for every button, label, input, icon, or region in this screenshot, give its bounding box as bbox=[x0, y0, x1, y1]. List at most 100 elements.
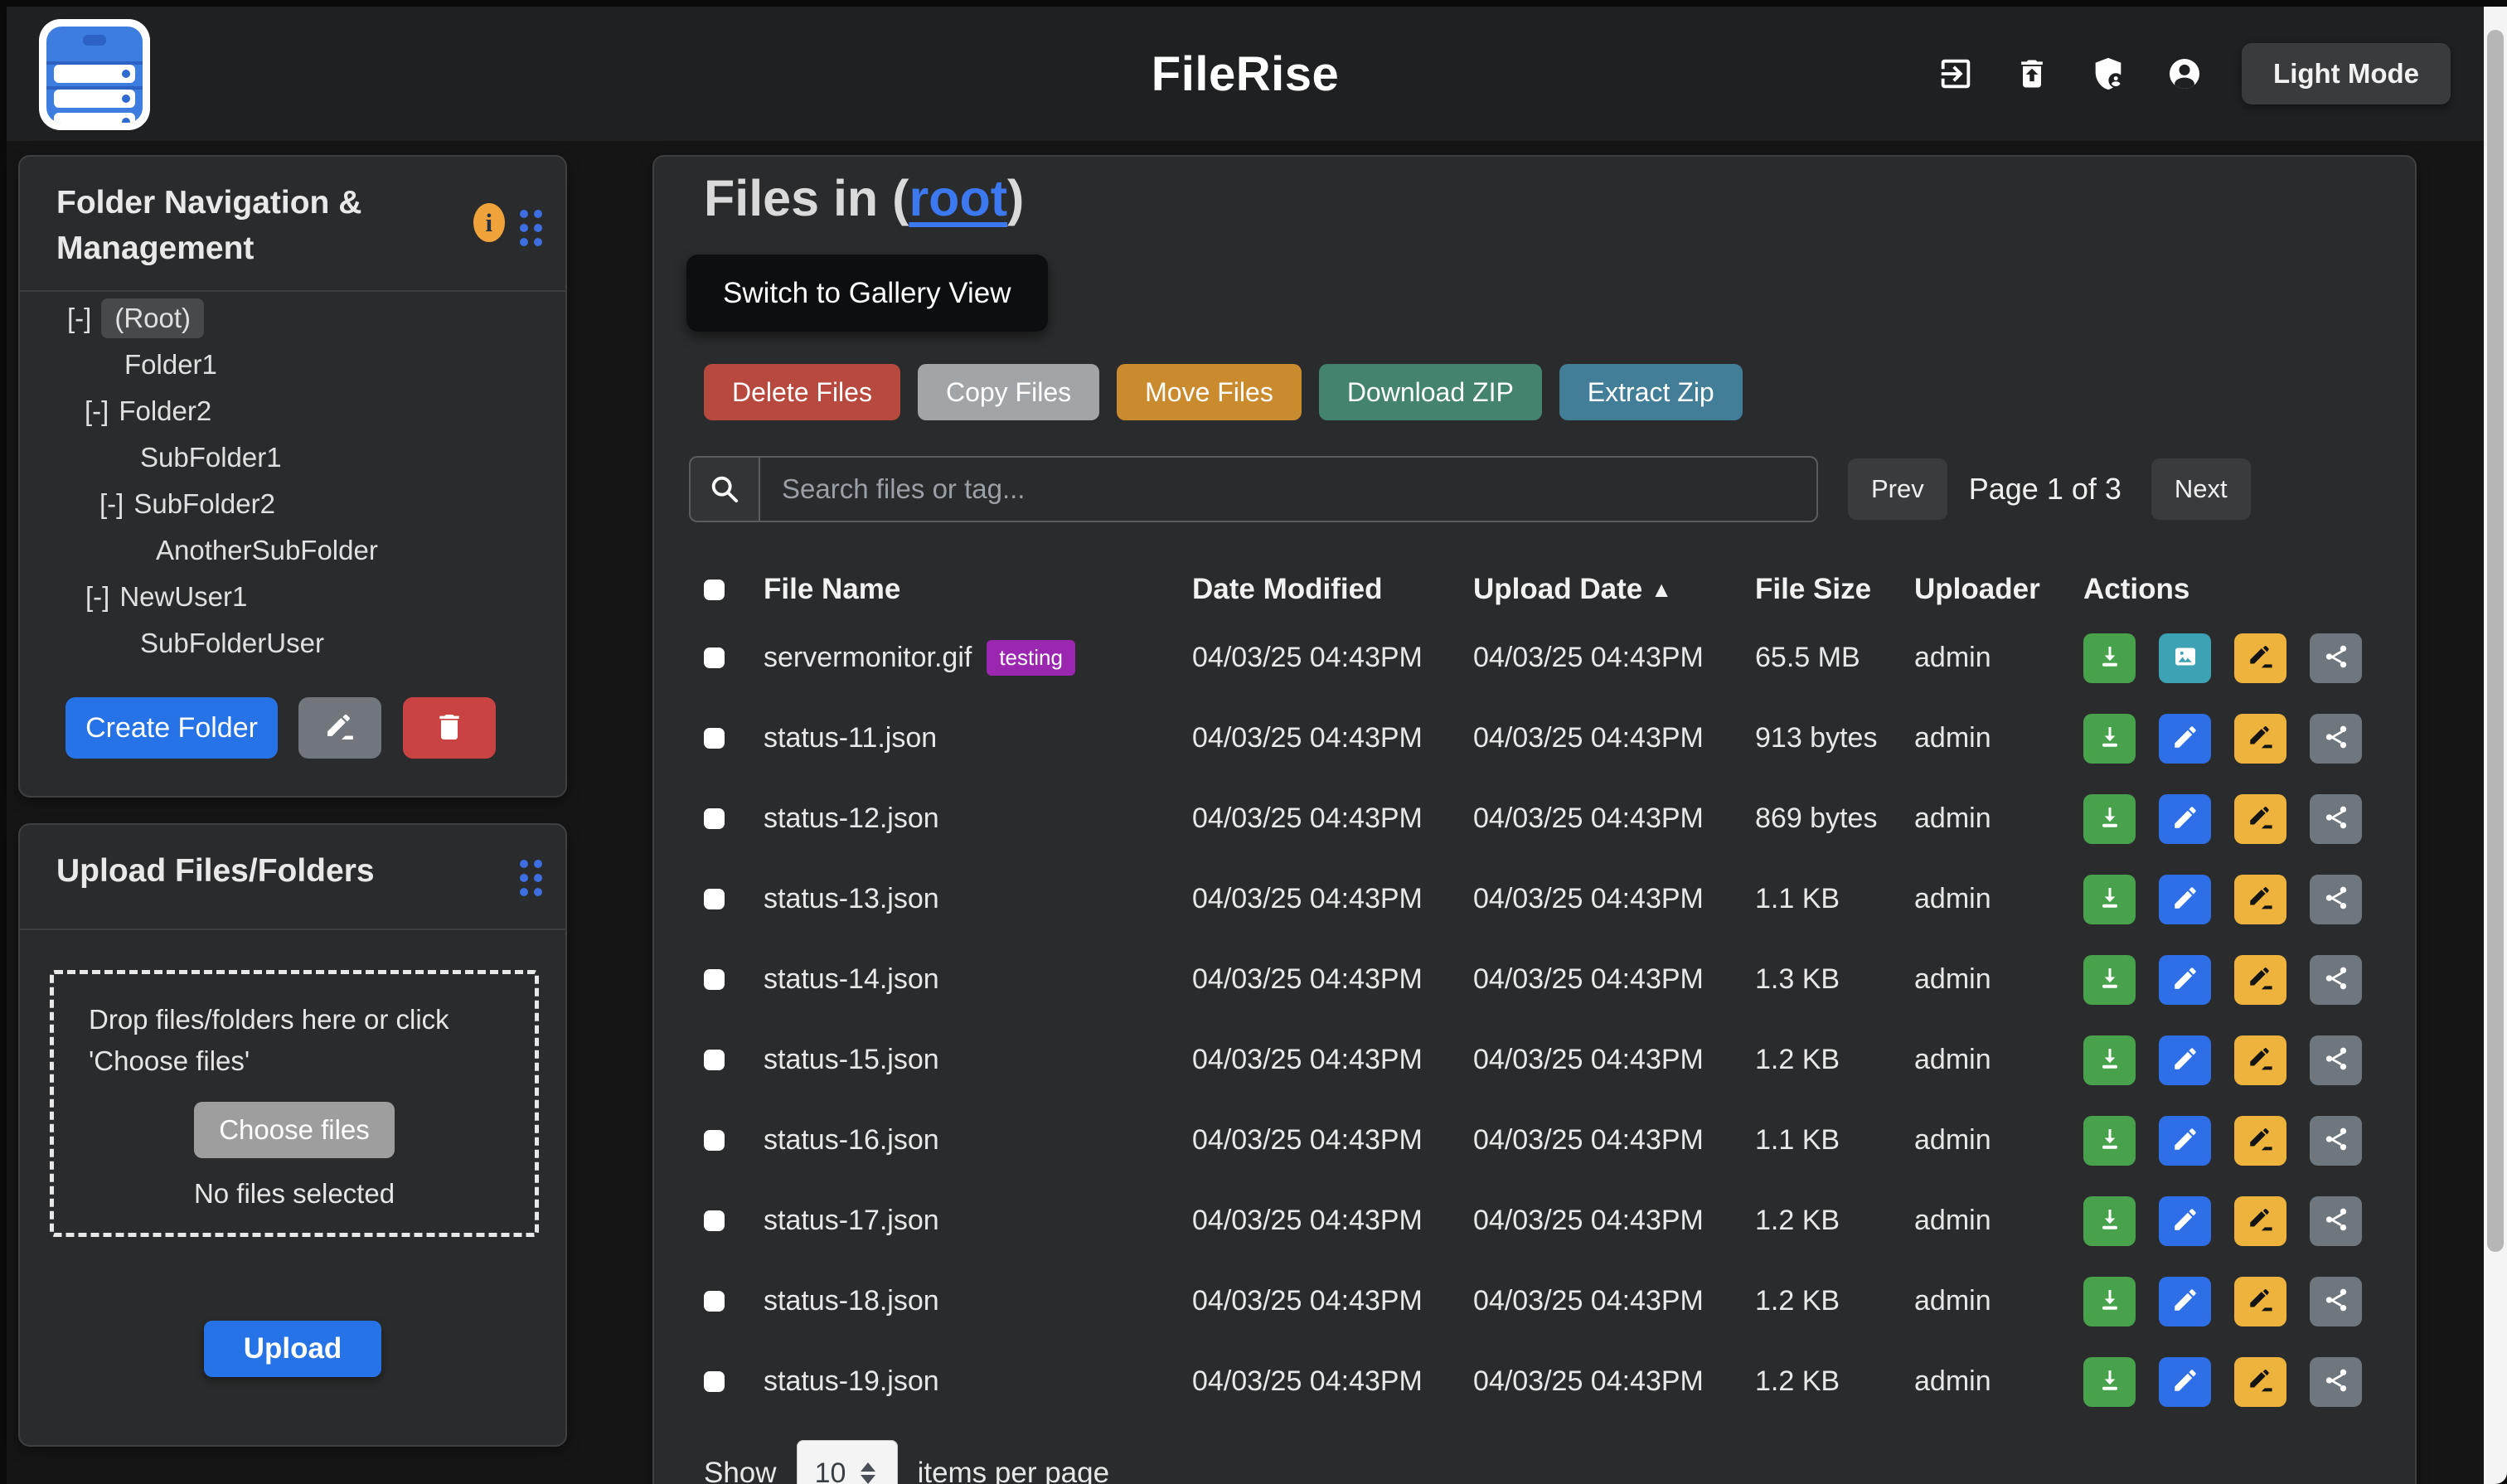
rename-file-button[interactable] bbox=[2234, 1035, 2286, 1085]
filerise-logo-icon[interactable] bbox=[39, 19, 150, 130]
download-file-button[interactable] bbox=[2083, 714, 2136, 764]
upload-button[interactable]: Upload bbox=[204, 1321, 381, 1377]
folder-name[interactable]: NewUser1 bbox=[119, 581, 247, 613]
edit-file-button[interactable] bbox=[2159, 955, 2211, 1005]
select-all-checkbox[interactable] bbox=[704, 580, 725, 600]
rename-file-button[interactable] bbox=[2234, 1357, 2286, 1407]
share-file-button[interactable] bbox=[2310, 1035, 2362, 1085]
folder-tree-item[interactable]: SubFolder1 bbox=[20, 434, 565, 481]
file-name[interactable]: status-11.json bbox=[764, 722, 937, 754]
collapse-toggle[interactable]: [-] bbox=[67, 303, 91, 334]
next-page-button[interactable]: Next bbox=[2151, 458, 2251, 520]
light-mode-button[interactable]: Light Mode bbox=[2242, 43, 2451, 104]
info-icon[interactable]: i bbox=[473, 203, 505, 242]
download-file-button[interactable] bbox=[2083, 955, 2136, 1005]
share-file-button[interactable] bbox=[2310, 1116, 2362, 1166]
switch-gallery-view-button[interactable]: Switch to Gallery View bbox=[686, 255, 1048, 332]
edit-file-button[interactable] bbox=[2159, 875, 2211, 924]
drag-handle-icon[interactable] bbox=[520, 860, 542, 896]
extract-zip-button[interactable]: Extract Zip bbox=[1559, 364, 1743, 420]
folder-name[interactable]: (Root) bbox=[101, 298, 204, 338]
row-checkbox[interactable] bbox=[704, 1050, 725, 1070]
folder-name[interactable]: SubFolder2 bbox=[133, 488, 275, 520]
edit-file-button[interactable] bbox=[2159, 1277, 2211, 1326]
download-file-button[interactable] bbox=[2083, 1277, 2136, 1326]
share-file-button[interactable] bbox=[2310, 794, 2362, 844]
create-folder-button[interactable]: Create Folder bbox=[65, 697, 278, 759]
folder-tree-item[interactable]: SubFolderUser bbox=[20, 620, 565, 667]
file-name[interactable]: status-16.json bbox=[764, 1124, 939, 1157]
download-zip-button[interactable]: Download ZIP bbox=[1319, 364, 1542, 420]
folder-tree-item[interactable]: [-] Folder2 bbox=[20, 388, 565, 434]
file-name[interactable]: servermonitor.gif bbox=[764, 642, 972, 674]
folder-name[interactable]: SubFolder1 bbox=[140, 442, 282, 473]
column-upload-date[interactable]: Upload Date ▲ bbox=[1473, 573, 1755, 606]
folder-name[interactable]: AnotherSubFolder bbox=[156, 535, 378, 566]
folder-tree-item[interactable]: [-] SubFolder2 bbox=[20, 481, 565, 527]
share-file-button[interactable] bbox=[2310, 1357, 2362, 1407]
download-file-button[interactable] bbox=[2083, 1196, 2136, 1246]
share-file-button[interactable] bbox=[2310, 633, 2362, 683]
admin-shield-icon[interactable] bbox=[2089, 55, 2127, 93]
edit-file-button[interactable] bbox=[2159, 1035, 2211, 1085]
row-checkbox[interactable] bbox=[704, 1210, 725, 1231]
edit-file-button[interactable] bbox=[2159, 1357, 2211, 1407]
scrollbar-thumb[interactable] bbox=[2487, 30, 2504, 1252]
row-checkbox[interactable] bbox=[704, 889, 725, 909]
logout-icon[interactable] bbox=[1937, 55, 1975, 93]
row-checkbox[interactable] bbox=[704, 728, 725, 749]
preview-image-button[interactable] bbox=[2159, 633, 2211, 683]
collapse-toggle[interactable]: [-] bbox=[85, 581, 109, 613]
download-file-button[interactable] bbox=[2083, 633, 2136, 683]
file-name[interactable]: status-19.json bbox=[764, 1365, 939, 1398]
column-file-name[interactable]: File Name bbox=[764, 573, 1192, 606]
folder-name[interactable]: Folder2 bbox=[119, 395, 211, 427]
file-name[interactable]: status-18.json bbox=[764, 1285, 939, 1317]
file-name[interactable]: status-17.json bbox=[764, 1205, 939, 1237]
rename-file-button[interactable] bbox=[2234, 714, 2286, 764]
edit-file-button[interactable] bbox=[2159, 714, 2211, 764]
move-files-button[interactable]: Move Files bbox=[1117, 364, 1302, 420]
share-file-button[interactable] bbox=[2310, 955, 2362, 1005]
file-name[interactable]: status-15.json bbox=[764, 1044, 939, 1076]
share-file-button[interactable] bbox=[2310, 714, 2362, 764]
download-file-button[interactable] bbox=[2083, 1357, 2136, 1407]
share-file-button[interactable] bbox=[2310, 875, 2362, 924]
download-file-button[interactable] bbox=[2083, 1035, 2136, 1085]
collapse-toggle[interactable]: [-] bbox=[85, 395, 109, 427]
drag-handle-icon[interactable] bbox=[520, 210, 542, 246]
choose-files-button[interactable]: Choose files bbox=[194, 1102, 395, 1158]
delete-files-button[interactable]: Delete Files bbox=[704, 364, 900, 420]
collapse-toggle[interactable]: [-] bbox=[99, 488, 124, 520]
scrollbar-track[interactable] bbox=[2484, 7, 2507, 1484]
row-checkbox[interactable] bbox=[704, 1291, 725, 1312]
folder-tree-item[interactable]: [-] (Root) bbox=[20, 295, 565, 342]
download-file-button[interactable] bbox=[2083, 794, 2136, 844]
rename-folder-button[interactable] bbox=[298, 697, 381, 759]
restore-trash-icon[interactable] bbox=[2013, 55, 2051, 93]
items-per-page-select[interactable]: 10 bbox=[797, 1440, 898, 1484]
rename-file-button[interactable] bbox=[2234, 1277, 2286, 1326]
folder-tree-item[interactable]: [-] NewUser1 bbox=[20, 574, 565, 620]
column-date-modified[interactable]: Date Modified bbox=[1192, 573, 1473, 606]
rename-file-button[interactable] bbox=[2234, 875, 2286, 924]
rename-file-button[interactable] bbox=[2234, 955, 2286, 1005]
row-checkbox[interactable] bbox=[704, 1130, 725, 1151]
account-icon[interactable] bbox=[2165, 55, 2204, 93]
search-input[interactable] bbox=[759, 456, 1818, 522]
file-name[interactable]: status-14.json bbox=[764, 963, 939, 996]
rename-file-button[interactable] bbox=[2234, 794, 2286, 844]
row-checkbox[interactable] bbox=[704, 808, 725, 829]
delete-folder-button[interactable] bbox=[403, 697, 496, 759]
download-file-button[interactable] bbox=[2083, 875, 2136, 924]
prev-page-button[interactable]: Prev bbox=[1848, 458, 1947, 520]
row-checkbox[interactable] bbox=[704, 647, 725, 668]
folder-tree-item[interactable]: Folder1 bbox=[20, 342, 565, 388]
column-file-size[interactable]: File Size bbox=[1755, 573, 1914, 606]
edit-file-button[interactable] bbox=[2159, 1116, 2211, 1166]
tag-badge[interactable]: testing bbox=[987, 640, 1075, 676]
file-name[interactable]: status-13.json bbox=[764, 883, 939, 915]
rename-file-button[interactable] bbox=[2234, 1196, 2286, 1246]
row-checkbox[interactable] bbox=[704, 969, 725, 990]
copy-files-button[interactable]: Copy Files bbox=[918, 364, 1099, 420]
